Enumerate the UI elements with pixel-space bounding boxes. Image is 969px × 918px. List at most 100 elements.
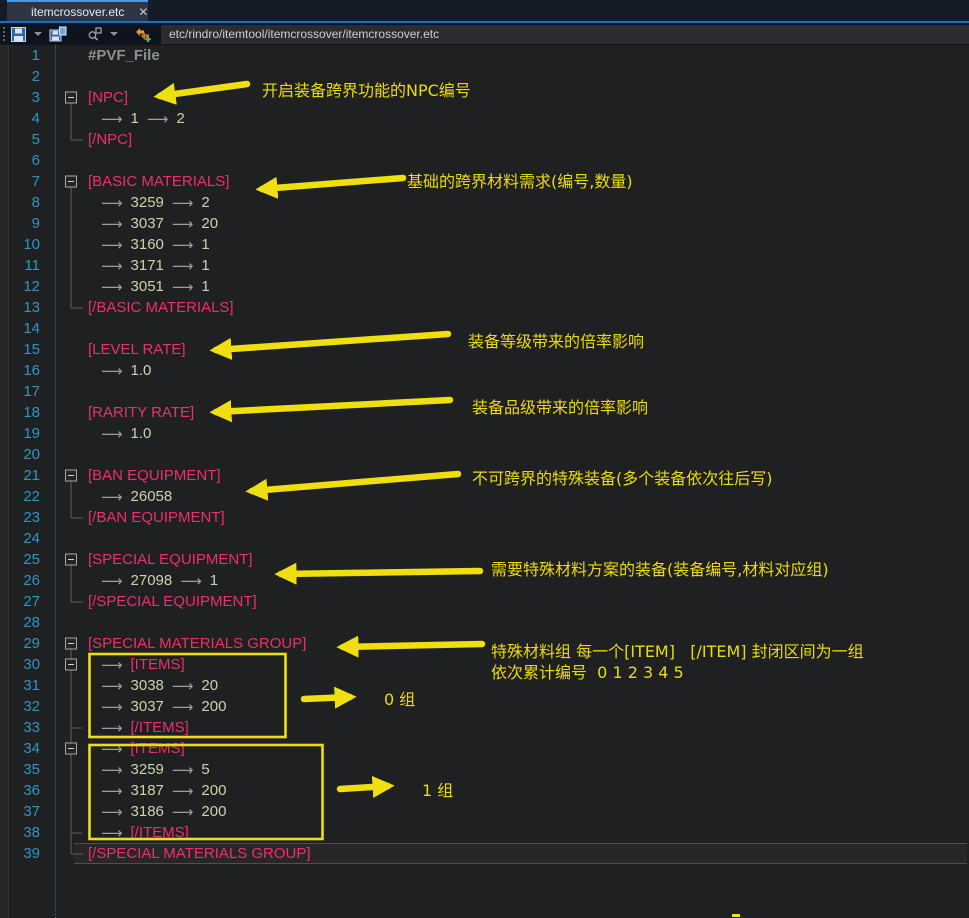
code-text[interactable]: [SPECIAL EQUIPMENT] — [84, 551, 252, 568]
fold-toggle[interactable] — [58, 465, 84, 486]
line-number[interactable]: 29 — [0, 635, 40, 652]
code-text[interactable]: ⟶[ITEMS] — [84, 740, 185, 758]
line-number[interactable]: 5 — [0, 131, 40, 148]
code-line[interactable]: 5 [/NPC] — [0, 129, 969, 150]
line-number[interactable]: 6 — [0, 152, 40, 169]
line-number[interactable]: 17 — [0, 383, 40, 400]
code-line[interactable]: 22 ⟶26058 — [0, 486, 969, 507]
code-text[interactable]: ⟶1.0 — [84, 362, 151, 380]
breadcrumb[interactable]: etc/rindro/itemtool/itemcrossover/itemcr… — [161, 25, 969, 44]
save-dropdown-caret[interactable] — [34, 32, 42, 36]
code-line[interactable]: 38 ⟶[/ITEMS] — [0, 822, 969, 843]
line-number[interactable]: 22 — [0, 488, 40, 505]
code-line[interactable]: 1 #PVF_File — [0, 45, 969, 66]
code-line[interactable]: 10⟶3160⟶1 — [0, 234, 969, 255]
line-number[interactable]: 3 — [0, 89, 40, 106]
code-line[interactable]: 3[NPC] — [0, 87, 969, 108]
code-text[interactable]: [/NPC] — [84, 131, 132, 148]
code-line[interactable]: 20 — [0, 444, 969, 465]
code-line[interactable]: 23[/BAN EQUIPMENT] — [0, 507, 969, 528]
code-text[interactable]: ⟶3037⟶200 — [84, 698, 226, 716]
save-button[interactable] — [7, 24, 30, 44]
line-number[interactable]: 25 — [0, 551, 40, 568]
code-line[interactable]: 34 ⟶[ITEMS] — [0, 738, 969, 759]
code-text[interactable]: ⟶1⟶2 — [84, 110, 185, 128]
code-text[interactable]: [/BAN EQUIPMENT] — [84, 509, 225, 526]
line-number[interactable]: 34 — [0, 740, 40, 757]
line-number[interactable]: 21 — [0, 467, 40, 484]
code-text[interactable]: ⟶3186⟶200 — [84, 803, 226, 821]
fold-toggle[interactable] — [58, 654, 84, 675]
code-text[interactable]: ⟶[/ITEMS] — [84, 719, 189, 737]
code-text[interactable]: [/BASIC MATERIALS] — [84, 299, 234, 316]
line-number[interactable]: 15 — [0, 341, 40, 358]
fold-toggle[interactable] — [58, 171, 84, 192]
preview-dropdown-caret[interactable] — [110, 32, 118, 36]
fold-toggle[interactable] — [58, 633, 84, 654]
code-text[interactable]: ⟶[/ITEMS] — [84, 824, 189, 842]
code-line[interactable]: 33 ⟶[/ITEMS] — [0, 717, 969, 738]
line-number[interactable]: 16 — [0, 362, 40, 379]
code-line[interactable]: 28 — [0, 612, 969, 633]
code-text[interactable]: [/SPECIAL MATERIALS GROUP] — [84, 845, 311, 862]
code-text[interactable]: ⟶26058 — [84, 488, 172, 506]
code-text[interactable]: #PVF_File — [84, 47, 160, 64]
code-text[interactable]: ⟶3171⟶1 — [84, 257, 210, 275]
code-line[interactable]: 9⟶3037⟶20 — [0, 213, 969, 234]
line-number[interactable]: 37 — [0, 803, 40, 820]
code-text[interactable]: [/SPECIAL EQUIPMENT] — [84, 593, 257, 610]
fold-toggle[interactable] — [58, 549, 84, 570]
line-number[interactable]: 18 — [0, 404, 40, 421]
code-line[interactable]: 4 ⟶1⟶2 — [0, 108, 969, 129]
save-as-button[interactable] — [46, 24, 70, 44]
code-text[interactable]: ⟶3259⟶5 — [84, 761, 210, 779]
code-text[interactable]: [SPECIAL MATERIALS GROUP] — [84, 635, 306, 652]
line-number[interactable]: 4 — [0, 110, 40, 127]
code-line[interactable]: 8 ⟶3259⟶2 — [0, 192, 969, 213]
code-text[interactable]: ⟶1.0 — [84, 425, 151, 443]
code-line[interactable]: 39 [/SPECIAL MATERIALS GROUP] — [0, 843, 969, 864]
code-line[interactable]: 37 ⟶3186⟶200 — [0, 801, 969, 822]
preview-button[interactable] — [84, 24, 106, 44]
code-line[interactable]: 31 ⟶3038⟶20 — [0, 675, 969, 696]
tab-itemcrossover[interactable]: itemcrossover.etc ✕ — [7, 0, 148, 21]
code-text[interactable]: ⟶3051⟶1 — [84, 278, 210, 296]
code-line[interactable]: 32 ⟶3037⟶200 — [0, 696, 969, 717]
code-line[interactable]: 35⟶3259⟶5 — [0, 759, 969, 780]
line-number[interactable]: 33 — [0, 719, 40, 736]
code-text[interactable]: ⟶3259⟶2 — [84, 194, 210, 212]
line-number[interactable]: 10 — [0, 236, 40, 253]
line-number[interactable]: 7 — [0, 173, 40, 190]
fold-toggle[interactable] — [58, 738, 84, 759]
tab-close-icon[interactable]: ✕ — [138, 6, 148, 18]
code-line[interactable]: 2 — [0, 66, 969, 87]
line-number[interactable]: 8 — [0, 194, 40, 211]
fold-toggle[interactable] — [58, 87, 84, 108]
code-text[interactable]: [BAN EQUIPMENT] — [84, 467, 221, 484]
line-number[interactable]: 1 — [0, 47, 40, 64]
line-number[interactable]: 9 — [0, 215, 40, 232]
line-number[interactable]: 38 — [0, 824, 40, 841]
line-number[interactable]: 39 — [0, 845, 40, 862]
line-number[interactable]: 2 — [0, 68, 40, 85]
code-line[interactable]: 13[/BASIC MATERIALS] — [0, 297, 969, 318]
line-number[interactable]: 36 — [0, 782, 40, 799]
pvf-tool-button[interactable] — [132, 24, 155, 44]
code-text[interactable]: ⟶3038⟶20 — [84, 677, 218, 695]
line-number[interactable]: 14 — [0, 320, 40, 337]
line-number[interactable]: 27 — [0, 593, 40, 610]
line-number[interactable]: 20 — [0, 446, 40, 463]
line-number[interactable]: 31 — [0, 677, 40, 694]
line-number[interactable]: 19 — [0, 425, 40, 442]
code-text[interactable]: ⟶3187⟶200 — [84, 782, 226, 800]
line-number[interactable]: 28 — [0, 614, 40, 631]
line-number[interactable]: 32 — [0, 698, 40, 715]
code-text[interactable]: [RARITY RATE] — [84, 404, 194, 421]
code-text[interactable]: [LEVEL RATE] — [84, 341, 186, 358]
code-line[interactable]: 16 ⟶1.0 — [0, 360, 969, 381]
line-number[interactable]: 11 — [0, 257, 40, 274]
line-number[interactable]: 24 — [0, 530, 40, 547]
code-line[interactable]: 27 [/SPECIAL EQUIPMENT] — [0, 591, 969, 612]
code-line[interactable]: 36 ⟶3187⟶200 — [0, 780, 969, 801]
line-number[interactable]: 26 — [0, 572, 40, 589]
